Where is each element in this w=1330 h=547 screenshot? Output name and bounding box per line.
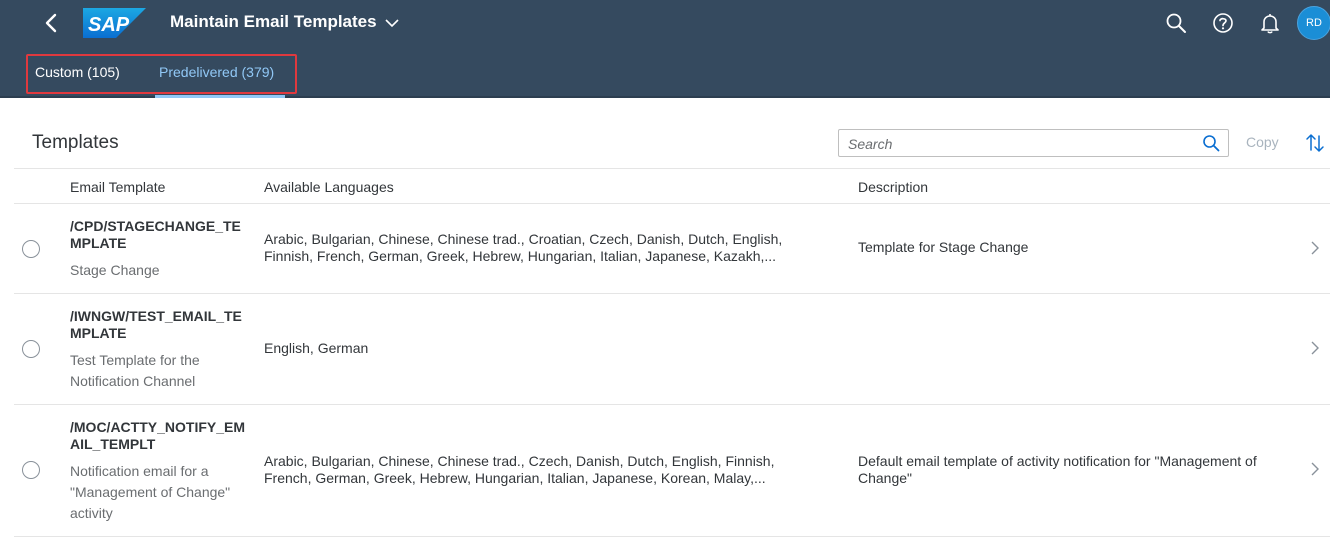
template-languages: English, German xyxy=(264,340,369,356)
table-header: Email Template Available Languages Descr… xyxy=(14,168,1330,204)
row-select-radio[interactable] xyxy=(22,340,40,358)
template-id: /MOC/ACTTY_NOTIFY_EMAIL_TEMPLT xyxy=(70,419,246,452)
user-avatar[interactable]: RD xyxy=(1297,6,1330,40)
tab-selected-indicator xyxy=(155,95,285,98)
search-field[interactable] xyxy=(838,129,1229,157)
tab-custom[interactable]: Custom (105) xyxy=(35,64,120,80)
chevron-right-icon[interactable] xyxy=(1309,240,1321,256)
templates-table: Email Template Available Languages Descr… xyxy=(14,168,1330,537)
column-header-email-template[interactable]: Email Template xyxy=(70,179,165,195)
column-header-available-languages[interactable]: Available Languages xyxy=(264,179,394,195)
bell-icon[interactable] xyxy=(1259,12,1281,34)
app-title-menu[interactable]: Maintain Email Templates xyxy=(170,12,399,32)
table-row[interactable]: /MOC/ACTTY_NOTIFY_EMAIL_TEMPLT Notificat… xyxy=(14,405,1330,537)
table-row[interactable]: /IWNGW/TEST_EMAIL_TEMPLATE Test Template… xyxy=(14,294,1330,405)
chevron-down-icon xyxy=(385,19,399,28)
template-name: Test Template for the Notification Chann… xyxy=(70,352,200,389)
copy-button[interactable]: Copy xyxy=(1246,134,1279,150)
search-icon[interactable] xyxy=(1202,134,1220,152)
chevron-right-icon[interactable] xyxy=(1309,461,1321,477)
template-id: /IWNGW/TEST_EMAIL_TEMPLATE xyxy=(70,308,242,341)
template-description: Template for Stage Change xyxy=(858,239,1029,255)
shell-bar: SAP Maintain Email Templates RD xyxy=(0,0,1330,46)
app-title: Maintain Email Templates xyxy=(170,12,377,31)
chevron-right-icon[interactable] xyxy=(1309,340,1321,356)
search-input[interactable] xyxy=(848,134,1188,154)
sap-logo-text: SAP xyxy=(88,14,130,36)
sort-icon[interactable] xyxy=(1304,132,1326,154)
row-select-radio[interactable] xyxy=(22,461,40,479)
tab-predelivered[interactable]: Predelivered (379) xyxy=(159,64,274,80)
template-languages: Arabic, Bulgarian, Chinese, Chinese trad… xyxy=(264,231,783,264)
help-icon[interactable] xyxy=(1212,12,1234,34)
table-row[interactable]: /CPD/STAGECHANGE_TEMPLATE Stage Change A… xyxy=(14,204,1330,294)
template-name: Notification email for a "Management of … xyxy=(70,463,231,521)
row-select-radio[interactable] xyxy=(22,240,40,258)
template-id: /CPD/STAGECHANGE_TEMPLATE xyxy=(70,218,241,251)
template-description: Default email template of activity notif… xyxy=(858,453,1257,486)
sap-logo[interactable]: SAP xyxy=(83,8,146,38)
template-name: Stage Change xyxy=(70,262,160,278)
column-header-description[interactable]: Description xyxy=(858,179,928,195)
search-icon[interactable] xyxy=(1165,12,1187,34)
back-arrow-icon[interactable] xyxy=(40,11,64,35)
table-title: Templates xyxy=(32,132,119,153)
template-languages: Arabic, Bulgarian, Chinese, Chinese trad… xyxy=(264,453,775,486)
